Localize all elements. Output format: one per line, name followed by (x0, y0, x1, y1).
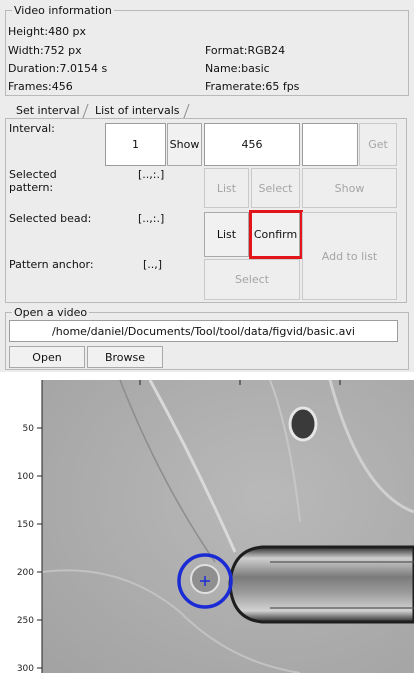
selected-pattern-label: Selected pattern: (9, 168, 57, 194)
y-tick-100: 100 (17, 472, 34, 482)
interval-label: Interval: (9, 122, 55, 135)
y-tick-150: 150 (17, 520, 34, 530)
video-name: Name:basic (205, 62, 270, 75)
interval-start-input[interactable] (105, 123, 166, 166)
add-to-list-button[interactable]: Add to list (302, 212, 397, 300)
video-height: Height:480 px (8, 25, 87, 38)
video-width: Width:752 px (8, 44, 82, 57)
open-video-title: Open a video (14, 306, 88, 319)
video-duration: Duration:7.0154 s (8, 62, 108, 75)
pattern-anchor-label: Pattern anchor: (9, 258, 94, 271)
anchor-select-button[interactable]: Select (204, 259, 300, 300)
video-frame-viewer[interactable]: 50 100 150 200 250 300 (0, 372, 414, 673)
video-framerate: Framerate:65 fps (205, 80, 300, 93)
interval-end-input[interactable] (204, 123, 300, 166)
interval-get-button[interactable]: Get (359, 123, 397, 166)
selected-pattern-value: [..,:.] (138, 168, 165, 181)
video-info-title: Video information (14, 4, 112, 17)
open-button[interactable]: Open (9, 346, 85, 368)
pattern-show-button[interactable]: Show (302, 168, 397, 208)
pattern-list-button[interactable]: List (204, 168, 249, 208)
bead-list-button[interactable]: List (204, 212, 249, 257)
selected-bead-value: [..,:.] (138, 212, 165, 225)
y-tick-300: 300 (17, 664, 34, 673)
selected-bead-label: Selected bead: (9, 212, 92, 225)
pattern-anchor-value: [..,] (143, 258, 163, 271)
video-path-input[interactable] (9, 320, 398, 342)
micropipette (228, 545, 414, 624)
pattern-select-button[interactable]: Select (251, 168, 300, 208)
frame-image (42, 380, 414, 673)
tab-list-of-intervals[interactable]: List of intervals (93, 103, 182, 119)
interval-show-button[interactable]: Show (167, 123, 202, 166)
tab-set-interval[interactable]: Set interval (14, 103, 82, 119)
video-format: Format:RGB24 (205, 44, 286, 57)
browse-button[interactable]: Browse (87, 346, 163, 368)
bead-confirm-button[interactable]: Confirm (251, 212, 300, 257)
y-tick-50: 50 (23, 424, 35, 434)
y-tick-200: 200 (17, 568, 34, 578)
interval-extra-input[interactable] (302, 123, 358, 166)
floating-bead (288, 406, 318, 442)
y-tick-250: 250 (17, 616, 34, 626)
video-frames: Frames:456 (8, 80, 73, 93)
